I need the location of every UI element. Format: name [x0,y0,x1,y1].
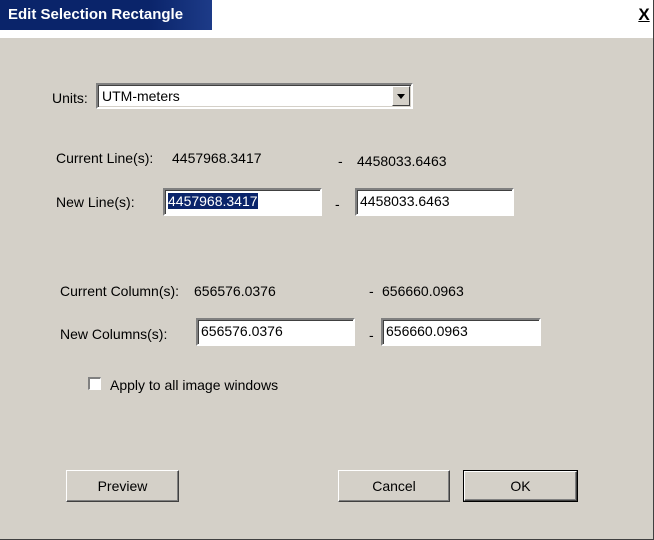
cancel-button[interactable]: Cancel [338,470,450,502]
current-columns-separator: - [369,283,374,299]
units-dropdown[interactable]: UTM-meters [96,83,413,109]
dialog-title: Edit Selection Rectangle [8,6,184,23]
current-lines-end: 4458033.6463 [357,153,447,169]
new-lines-separator: - [335,196,340,212]
new-lines-start-input[interactable]: 4457968.3417 [163,188,322,216]
new-lines-end-value: 4458033.6463 [360,193,450,209]
new-lines-label: New Line(s): [56,194,135,210]
current-lines-separator: - [338,153,343,169]
new-columns-separator: - [369,327,374,343]
preview-button[interactable]: Preview [66,470,179,502]
current-lines-start: 4457968.3417 [172,150,262,166]
apply-all-label[interactable]: Apply to all image windows [110,377,278,393]
close-icon[interactable]: X [635,6,653,26]
new-columns-end-value: 656660.0963 [386,323,468,339]
current-lines-label: Current Line(s): [56,150,154,166]
apply-all-checkbox[interactable] [88,377,101,390]
ok-button[interactable]: OK [463,470,578,502]
new-lines-start-value: 4457968.3417 [168,193,258,209]
new-columns-end-input[interactable]: 656660.0963 [381,318,541,346]
current-columns-label: Current Column(s): [60,283,180,299]
new-columns-start-input[interactable]: 656576.0376 [196,318,355,346]
units-label: Units: [52,90,88,106]
current-columns-end: 656660.0963 [382,283,464,299]
edit-selection-dialog: Edit Selection Rectangle X Units: UTM-me… [0,0,654,540]
chevron-down-icon[interactable] [392,86,410,106]
units-selected-value: UTM-meters [102,88,180,104]
new-columns-label: New Columns(s): [60,326,168,342]
current-columns-start: 656576.0376 [194,283,276,299]
new-columns-start-value: 656576.0376 [201,323,283,339]
title-bar[interactable]: Edit Selection Rectangle X [0,0,653,38]
new-lines-end-input[interactable]: 4458033.6463 [355,188,514,216]
